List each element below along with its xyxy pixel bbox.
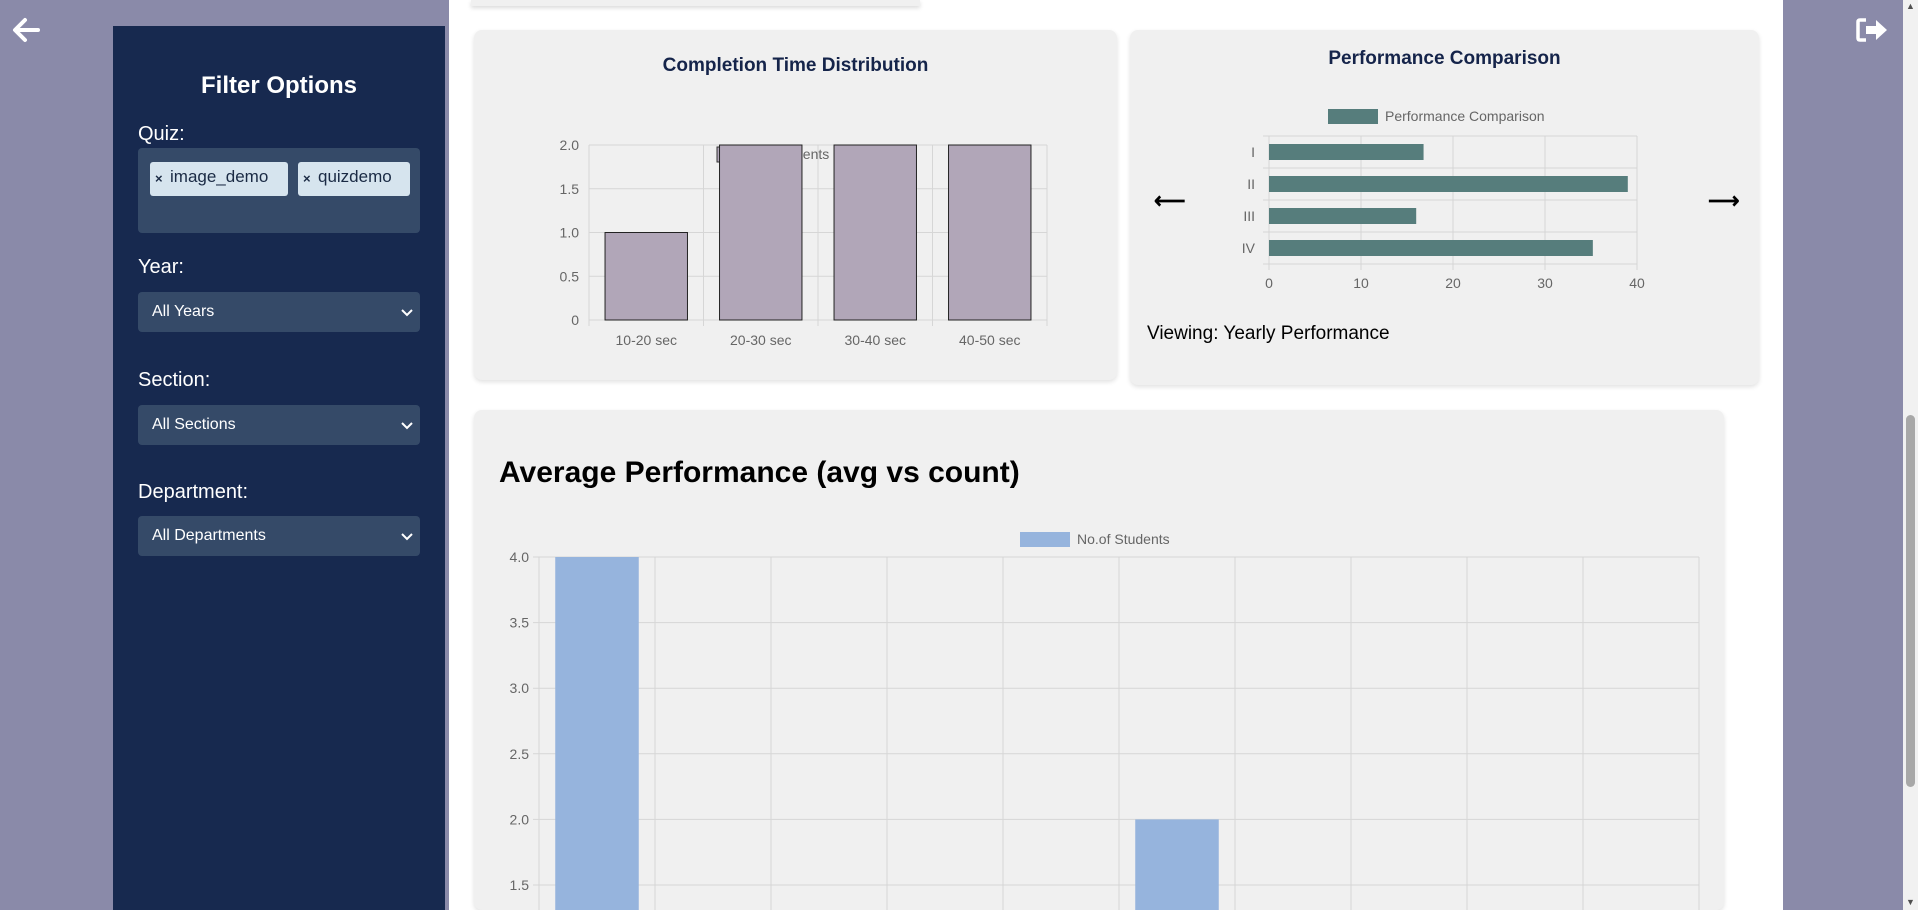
completion-time-chart: Students Count00.51.01.52.010-20 sec 20-3…: [560, 137, 1048, 348]
quiz-multiselect[interactable]: × image_demo × quizdemo: [138, 148, 420, 233]
y-tick-label: 3.0: [510, 680, 530, 696]
bar: [719, 144, 803, 321]
chevron-down-icon: [401, 309, 413, 317]
x-tick-label: 10: [1353, 275, 1369, 291]
bar: [1269, 144, 1424, 160]
y-tick-label: 1.5: [560, 181, 580, 197]
y-tick-label: 3.5: [510, 615, 530, 631]
back-button[interactable]: [6, 10, 46, 50]
chevron-down-icon: [401, 422, 413, 430]
y-tick-label: 1.5: [510, 877, 530, 893]
sidebar-title: Filter Options: [201, 72, 357, 99]
legend-swatch: [1328, 109, 1378, 124]
x-tick-label: 10-20 sec: [616, 332, 677, 348]
remove-tag-icon[interactable]: ×: [303, 164, 311, 194]
average-performance-chart: No.of Students 4.0 3.5 3.0 2.5 2.0 1.5: [510, 531, 1700, 910]
scroll-up-icon[interactable]: ▲: [1906, 2, 1915, 11]
bar: [1269, 240, 1593, 256]
section-select[interactable]: All Sections: [138, 405, 420, 445]
year-select-value: All Years: [152, 303, 215, 320]
bar: [555, 557, 639, 910]
y-tick-label: 0: [571, 312, 579, 328]
x-tick-label: 20: [1445, 275, 1461, 291]
y-tick-label: III: [1243, 208, 1255, 224]
quiz-tag-label: quizdemo: [318, 167, 392, 186]
bar: [1269, 176, 1628, 192]
y-tick-label: IV: [1242, 240, 1256, 256]
sign-out-icon: [1856, 18, 1887, 42]
logout-button[interactable]: [1852, 10, 1892, 50]
bar: [1269, 208, 1417, 224]
scroll-thumb[interactable]: [1906, 415, 1915, 787]
chevron-down-icon: [401, 533, 413, 541]
previous-card-edge: [471, 0, 920, 6]
legend-label: No.of Students: [1077, 531, 1170, 547]
section-select-value: All Sections: [152, 416, 236, 433]
y-tick-label: 2.5: [510, 746, 530, 762]
quiz-label: Quiz:: [138, 123, 185, 145]
scrollbar[interactable]: ▲ ▼: [1903, 0, 1918, 910]
viewing-label: Viewing: Yearly Performance: [1147, 323, 1390, 344]
department-select-value: All Departments: [152, 527, 266, 544]
legend-label: Performance Comparison: [1385, 108, 1545, 124]
quiz-tag: × quizdemo: [298, 162, 410, 196]
department-label: Department:: [138, 481, 249, 503]
filter-sidebar: Filter Options Quiz: × image_demo × quiz…: [113, 26, 445, 910]
x-tick-label: 20-30 sec: [730, 332, 791, 348]
scroll-down-icon[interactable]: ▼: [1906, 898, 1915, 907]
section-label: Section:: [138, 369, 211, 391]
bar: [833, 144, 917, 321]
y-tick-label: 4.0: [510, 549, 530, 565]
y-tick-label: I: [1251, 144, 1255, 160]
x-tick-label: 30: [1537, 275, 1553, 291]
arrow-left-icon: [13, 18, 40, 42]
year-label: Year:: [138, 256, 184, 278]
y-tick-label: 2.0: [510, 811, 530, 827]
department-select[interactable]: All Departments: [138, 516, 420, 556]
performance-comparison-chart: Performance Comparison0 10 20 30 40IIIIIIIV: [1242, 108, 1645, 291]
year-select[interactable]: All Years: [138, 292, 420, 332]
remove-tag-icon[interactable]: ×: [155, 164, 163, 194]
x-tick-label: 40: [1629, 275, 1645, 291]
x-tick-label: 0: [1265, 275, 1273, 291]
legend-swatch: [1020, 532, 1070, 547]
bar: [948, 144, 1032, 321]
y-tick-label: 2.0: [560, 137, 580, 153]
bar: [1135, 819, 1219, 910]
average-performance-card: Average Performance (avg vs count) No.of…: [474, 410, 1724, 910]
quiz-tag: × image_demo: [150, 162, 288, 196]
performance-comparison-card: Performance Comparison ⟵ ⟶ Performance C…: [1130, 30, 1759, 385]
y-tick-label: 0.5: [560, 268, 580, 284]
y-tick-label: II: [1247, 176, 1255, 192]
x-tick-label: 30-40 sec: [845, 332, 906, 348]
bar: [604, 232, 688, 321]
completion-time-card: Completion Time Distribution Students Co…: [474, 30, 1117, 380]
y-tick-label: 1.0: [560, 225, 580, 241]
quiz-tag-label: image_demo: [170, 167, 269, 186]
x-tick-label: 40-50 sec: [959, 332, 1020, 348]
